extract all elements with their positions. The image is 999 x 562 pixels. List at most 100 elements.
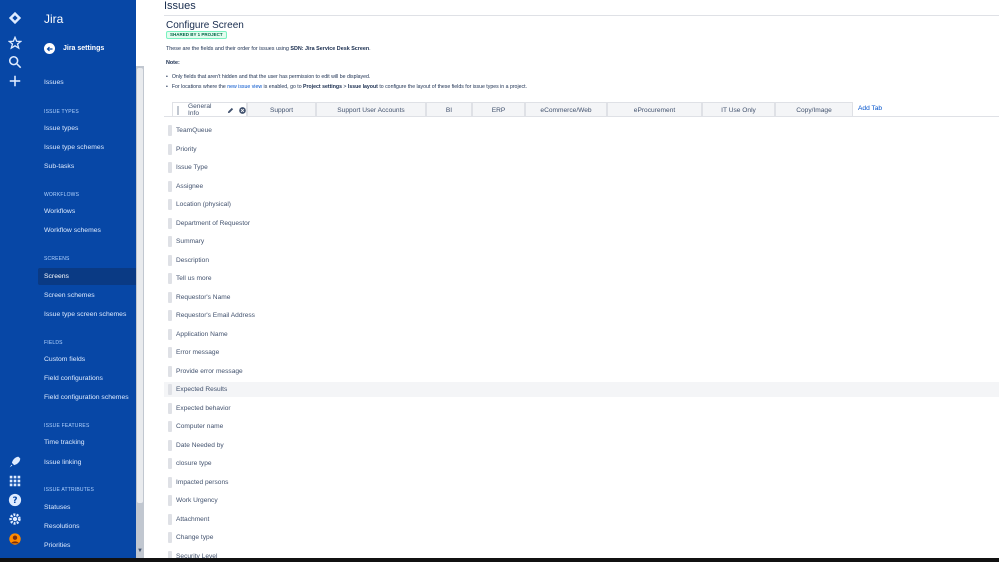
drag-handle-icon[interactable] bbox=[177, 106, 179, 115]
drag-handle-icon[interactable] bbox=[168, 402, 172, 414]
sidebar-item-field-configuration-schemes[interactable]: Field configuration schemes bbox=[38, 389, 136, 406]
field-row[interactable]: closure type bbox=[164, 456, 999, 471]
back-to-jira-settings[interactable]: Jira settings bbox=[44, 43, 104, 54]
field-row[interactable]: Computer name bbox=[164, 419, 999, 434]
sidebar-item-field-configurations[interactable]: Field configurations bbox=[38, 370, 136, 387]
drag-handle-icon[interactable] bbox=[168, 532, 172, 543]
drag-handle-icon[interactable] bbox=[168, 162, 172, 173]
sidebar-item-resolutions[interactable]: Resolutions bbox=[38, 518, 136, 535]
sidebar-item-statuses[interactable]: Statuses bbox=[38, 499, 136, 516]
drag-handle-icon[interactable] bbox=[168, 365, 172, 377]
drag-handle-icon[interactable] bbox=[168, 310, 172, 321]
star-icon[interactable] bbox=[7, 35, 23, 51]
new-issue-view-link[interactable]: new issue view bbox=[227, 84, 262, 90]
note-item-1: Only fields that aren't hidden and that … bbox=[166, 74, 371, 80]
sidebar-item-time-tracking[interactable]: Time tracking bbox=[38, 434, 136, 451]
scroll-down-arrow-icon[interactable]: ▼ bbox=[136, 548, 144, 558]
drag-handle-icon[interactable] bbox=[168, 495, 172, 506]
field-row[interactable]: Location (physical) bbox=[164, 197, 999, 212]
field-row[interactable]: Work Urgency bbox=[164, 493, 999, 508]
sidebar-item-issue-linking[interactable]: Issue linking bbox=[38, 454, 136, 471]
sidebar-item-workflow-schemes[interactable]: Workflow schemes bbox=[38, 222, 136, 239]
tab-support[interactable]: Support bbox=[247, 102, 316, 117]
field-row[interactable]: Attachment bbox=[164, 512, 999, 527]
close-tab-icon[interactable] bbox=[239, 106, 246, 114]
scrollbar-thumb[interactable] bbox=[137, 68, 143, 503]
avatar[interactable] bbox=[7, 531, 23, 547]
sidebar-item-screens[interactable]: Screens bbox=[38, 268, 136, 285]
drag-handle-icon[interactable] bbox=[168, 125, 172, 136]
tab-eprocurement[interactable]: eProcurement bbox=[607, 102, 702, 117]
tab-general-info[interactable]: General Info bbox=[172, 102, 247, 117]
sidebar-item-issue-types[interactable]: Issue types bbox=[38, 120, 136, 137]
field-row[interactable]: Error message bbox=[164, 345, 999, 360]
drag-handle-icon[interactable] bbox=[168, 328, 172, 340]
sidebar-item-custom-fields[interactable]: Custom fields bbox=[38, 351, 136, 368]
tab-ecommerce-web[interactable]: eCommerce/Web bbox=[525, 102, 607, 117]
field-row[interactable]: Expected Results bbox=[164, 382, 999, 397]
field-row[interactable]: Change type bbox=[164, 530, 999, 545]
help-icon[interactable]: ? bbox=[7, 492, 23, 508]
sidebar-item-issue-type-schemes[interactable]: Issue type schemes bbox=[38, 139, 136, 156]
field-row[interactable]: Expected behavior bbox=[164, 401, 999, 416]
tab-erp[interactable]: ERP bbox=[472, 102, 525, 117]
field-row[interactable]: Description bbox=[164, 253, 999, 268]
sidebar-item-priorities[interactable]: Priorities bbox=[38, 537, 136, 554]
field-row[interactable]: Summary bbox=[164, 234, 999, 249]
drag-handle-icon[interactable] bbox=[168, 421, 172, 432]
drag-handle-icon[interactable] bbox=[168, 291, 172, 303]
shared-by-badge[interactable]: SHARED BY 1 PROJECT bbox=[166, 31, 227, 39]
drag-handle-icon[interactable] bbox=[168, 143, 172, 155]
drag-handle-icon[interactable] bbox=[168, 254, 172, 266]
note-text-2b: is enabled, go to bbox=[262, 84, 304, 90]
field-row[interactable]: Issue Type bbox=[164, 160, 999, 175]
add-tab-link[interactable]: Add Tab bbox=[853, 102, 882, 117]
tab-it-use-only[interactable]: IT Use Only bbox=[702, 102, 775, 117]
field-row[interactable]: Provide error message bbox=[164, 364, 999, 379]
tab-label: General Info bbox=[188, 103, 212, 117]
drag-handle-icon[interactable] bbox=[168, 180, 172, 192]
drag-handle-icon[interactable] bbox=[168, 236, 172, 247]
drag-handle-icon[interactable] bbox=[168, 273, 172, 284]
field-row[interactable]: Date Needed by bbox=[164, 438, 999, 453]
app-switcher-icon[interactable] bbox=[7, 473, 23, 489]
sidebar-item-issues[interactable]: Issues bbox=[38, 74, 136, 91]
drag-handle-icon[interactable] bbox=[168, 199, 172, 210]
rocket-icon[interactable] bbox=[7, 454, 23, 470]
note-text-1: Only fields that aren't hidden and that … bbox=[171, 74, 371, 80]
field-name: Change type bbox=[176, 534, 214, 541]
field-row[interactable]: Impacted persons bbox=[164, 475, 999, 490]
field-row[interactable]: Tell us more bbox=[164, 271, 999, 286]
sidebar-scrollbar[interactable]: ▼ bbox=[136, 66, 144, 558]
tab-bi[interactable]: BI bbox=[426, 102, 472, 117]
field-row[interactable]: Application Name bbox=[164, 327, 999, 342]
field-row[interactable]: Requestor's Name bbox=[164, 290, 999, 305]
sidebar-item-workflows[interactable]: Workflows bbox=[38, 203, 136, 220]
drag-handle-icon[interactable] bbox=[168, 439, 172, 451]
tab-support-user-accounts[interactable]: Support User Accounts bbox=[316, 102, 426, 117]
field-name: Work Urgency bbox=[176, 497, 218, 504]
edit-pencil-icon[interactable] bbox=[227, 107, 234, 114]
field-row[interactable]: Department of Requestor bbox=[164, 216, 999, 231]
sidebar-item-issue-type-screen-schemes[interactable]: Issue type screen schemes bbox=[38, 306, 136, 323]
field-name: Expected behavior bbox=[176, 404, 231, 412]
issue-layout-text: Issue layout bbox=[347, 84, 378, 90]
drag-handle-icon[interactable] bbox=[168, 458, 172, 469]
settings-gear-icon[interactable] bbox=[7, 511, 23, 527]
sidebar-item-screen-schemes[interactable]: Screen schemes bbox=[38, 287, 136, 304]
field-row[interactable]: Requestor's Email Address bbox=[164, 308, 999, 323]
field-row[interactable]: Assignee bbox=[164, 179, 999, 194]
tab-copy-image[interactable]: Copy/Image bbox=[775, 102, 853, 117]
drag-handle-icon[interactable] bbox=[168, 217, 172, 229]
jira-logo-icon[interactable] bbox=[7, 10, 23, 26]
drag-handle-icon[interactable] bbox=[168, 347, 172, 358]
search-icon[interactable] bbox=[7, 54, 23, 70]
field-row[interactable]: TeamQueue bbox=[164, 123, 999, 138]
create-plus-icon[interactable] bbox=[7, 73, 23, 89]
drag-handle-icon[interactable] bbox=[168, 513, 172, 525]
screen-description: These are the fields and their order for… bbox=[166, 46, 371, 52]
field-row[interactable]: Priority bbox=[164, 142, 999, 157]
drag-handle-icon[interactable] bbox=[168, 384, 172, 395]
drag-handle-icon[interactable] bbox=[168, 476, 172, 488]
sidebar-item-sub-tasks[interactable]: Sub-tasks bbox=[38, 158, 136, 175]
